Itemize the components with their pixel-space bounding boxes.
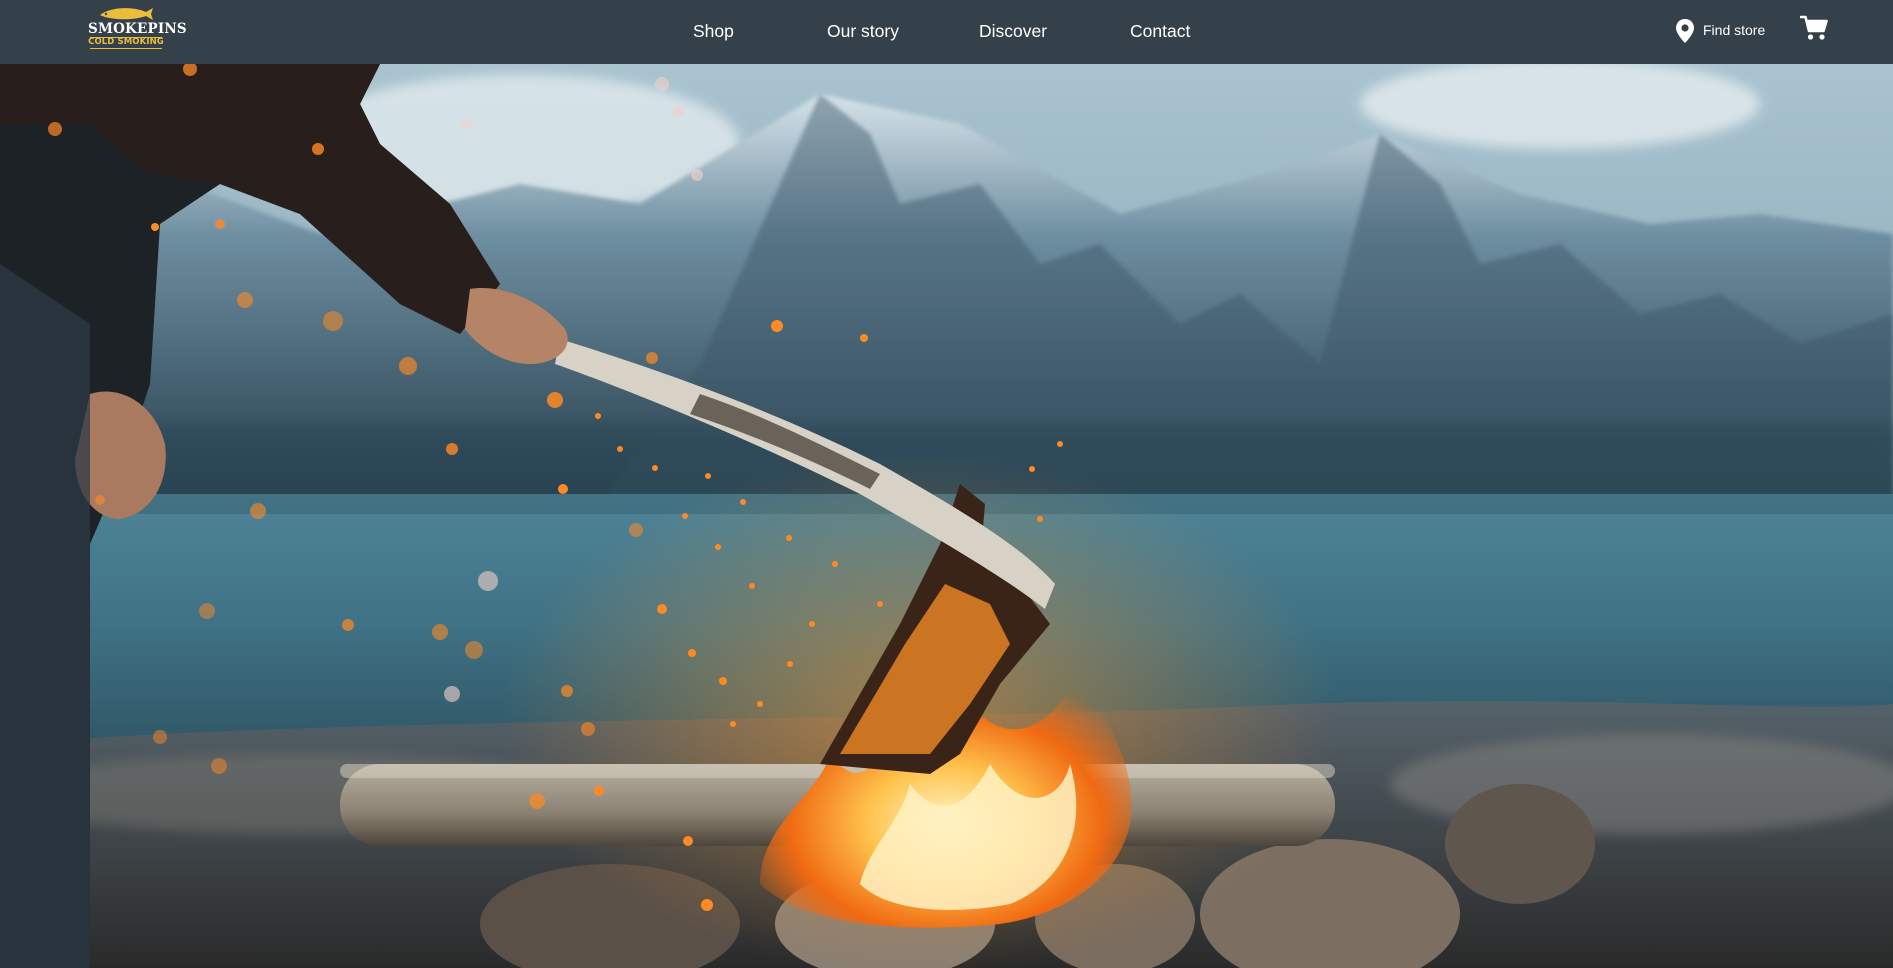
hero-campfire-image [0, 64, 1893, 968]
brand-name: SMOKEPINS [88, 21, 187, 37]
fish-logo-icon [100, 8, 153, 20]
logo-rule-bottom [90, 48, 162, 49]
hero-section [0, 64, 1893, 968]
nav-link-shop[interactable]: Shop [693, 18, 734, 44]
nav-link-contact[interactable]: Contact [1130, 18, 1190, 44]
nav-link-our-story[interactable]: Our story [827, 18, 899, 44]
nav-link-discover[interactable]: Discover [979, 18, 1047, 44]
brand-logo[interactable]: SMOKEPINS COLD SMOKING [88, 5, 187, 53]
brand-tagline: COLD SMOKING [88, 37, 164, 47]
cart-button[interactable] [1799, 15, 1828, 41]
shopping-cart-icon [1799, 15, 1828, 40]
find-store-label: Find store [1703, 22, 1766, 38]
map-pin-icon [1676, 19, 1694, 43]
top-navigation-bar: SMOKEPINS COLD SMOKING Shop Our story Di… [0, 0, 1893, 64]
